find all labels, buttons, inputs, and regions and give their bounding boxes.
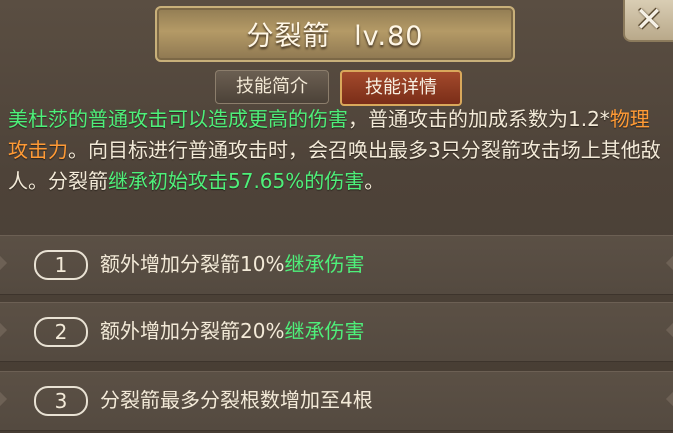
close-icon: ✕ bbox=[634, 0, 664, 40]
upgrade-desc: 分裂箭最多分裂根数增加至4根 bbox=[100, 388, 373, 412]
tab-skill-intro[interactable]: 技能简介 bbox=[215, 70, 329, 104]
upgrade-desc: 额外增加分裂箭20% bbox=[100, 319, 285, 343]
upgrade-highlight: 继承伤害 bbox=[284, 319, 365, 343]
upgrade-row: 1 额外增加分裂箭10%继承伤害 bbox=[0, 235, 673, 295]
upgrade-text: 分裂箭最多分裂根数增加至4根 bbox=[100, 386, 373, 414]
upgrade-highlight: 继承伤害 bbox=[284, 252, 365, 276]
skill-level: lv.80 bbox=[354, 21, 424, 52]
skill-title: 分裂箭 lv.80 bbox=[95, 14, 575, 53]
upgrade-text: 额外增加分裂箭10%继承伤害 bbox=[100, 250, 364, 278]
title-banner: 分裂箭 lv.80 bbox=[95, 0, 575, 72]
close-button[interactable]: ✕ bbox=[623, 0, 673, 42]
upgrade-row: 2 额外增加分裂箭20%继承伤害 bbox=[0, 302, 673, 362]
row-ornament-right bbox=[665, 391, 673, 407]
upgrade-number-badge: 3 bbox=[34, 386, 88, 416]
desc-text-3: 。 bbox=[364, 169, 385, 193]
skill-name: 分裂箭 bbox=[246, 21, 331, 52]
upgrade-text: 额外增加分裂箭20%继承伤害 bbox=[100, 317, 364, 345]
upgrade-number-badge: 1 bbox=[34, 250, 88, 280]
desc-highlight-3: 继承初始攻击57.65%的伤害 bbox=[108, 169, 365, 193]
desc-highlight-1: 美杜莎的普通攻击可以造成更高的伤害 bbox=[8, 107, 348, 131]
desc-text-1: ，普通攻击的加成系数为1.2* bbox=[348, 107, 610, 131]
tab-skill-detail[interactable]: 技能详情 bbox=[340, 70, 462, 106]
skill-description: 美杜莎的普通攻击可以造成更高的伤害，普通攻击的加成系数为1.2*物理攻击力。向目… bbox=[8, 104, 668, 222]
row-ornament-left bbox=[0, 322, 8, 338]
upgrade-row: 3 分裂箭最多分裂根数增加至4根 bbox=[0, 371, 673, 431]
upgrade-number-badge: 2 bbox=[34, 317, 88, 347]
skill-detail-panel: 分裂箭 lv.80 ✕ 技能简介 技能详情 美杜莎的普通攻击可以造成更高的伤害，… bbox=[0, 0, 673, 433]
row-ornament-right bbox=[665, 322, 673, 338]
row-ornament-left bbox=[0, 255, 8, 271]
row-ornament-right bbox=[665, 255, 673, 271]
row-ornament-left bbox=[0, 391, 8, 407]
upgrade-desc: 额外增加分裂箭10% bbox=[100, 252, 285, 276]
